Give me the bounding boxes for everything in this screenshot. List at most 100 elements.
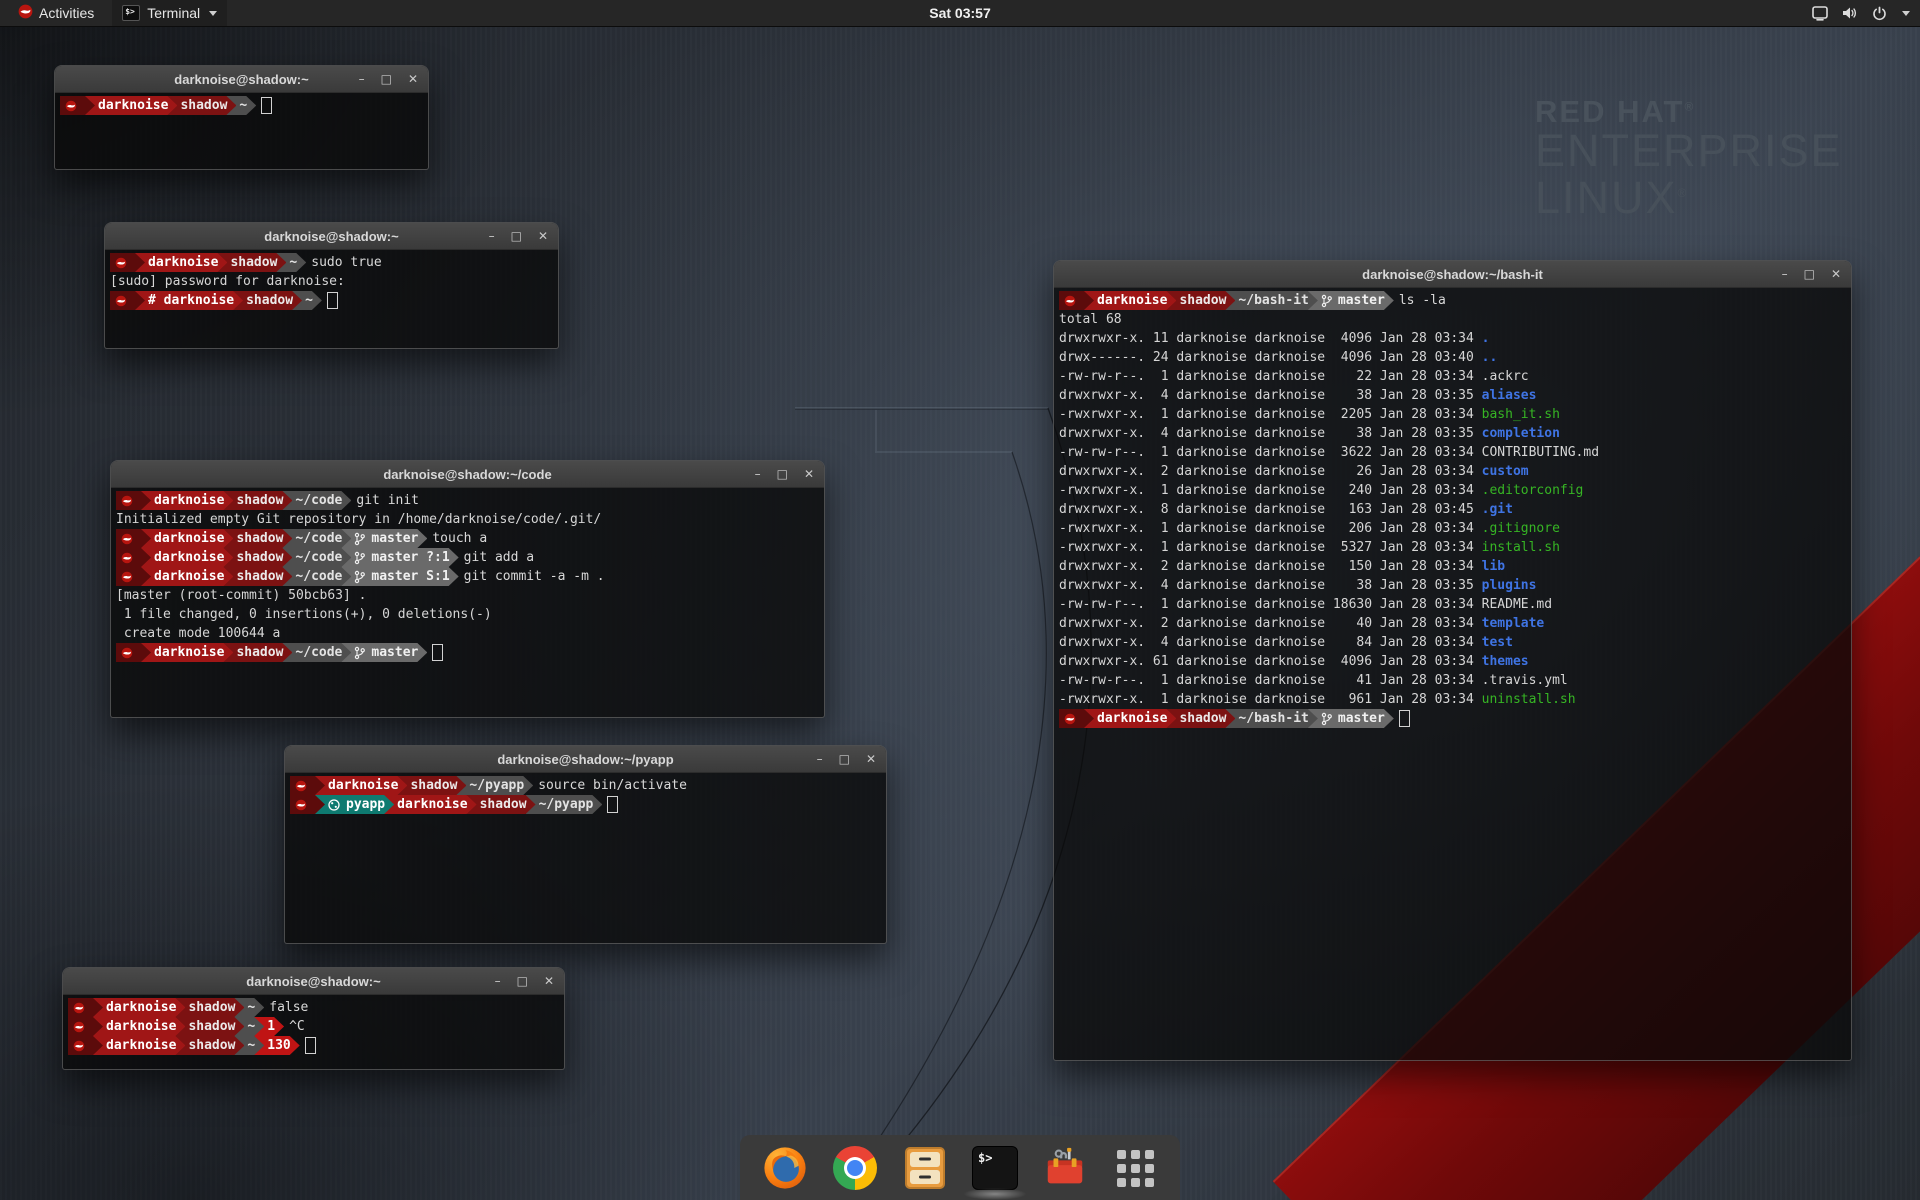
app-grid-icon[interactable]	[1112, 1145, 1158, 1191]
chrome-icon[interactable]	[832, 1145, 878, 1191]
prompt-line: darknoiseshadow~false	[68, 998, 564, 1017]
prompt-segment-user: darknoise	[141, 529, 233, 548]
terminal-window-sudo[interactable]: darknoise@shadow:~ –□✕ darknoiseshadow~s…	[104, 222, 559, 349]
minimize-button[interactable]: –	[755, 468, 761, 480]
window-titlebar[interactable]: darknoise@shadow:~/pyapp –□✕	[285, 746, 886, 773]
minimize-button[interactable]: –	[495, 975, 501, 987]
prompt-segment-cwd: ~/bash-it	[1225, 709, 1317, 728]
prompt-segment-cwd: ~/code	[282, 548, 351, 567]
firefox-icon[interactable]	[762, 1145, 808, 1191]
prompt-segment-host: shadow	[175, 1017, 244, 1036]
close-button[interactable]: ✕	[544, 975, 554, 987]
brand-line-linux: LINUX	[1535, 172, 1678, 223]
maximize-button[interactable]: □	[517, 975, 528, 987]
prompt-segment-host: shadow	[223, 567, 292, 586]
chevron-down-icon[interactable]	[1902, 11, 1910, 16]
volume-icon[interactable]	[1841, 6, 1859, 20]
prompt-line: darknoiseshadow~130	[68, 1036, 564, 1055]
terminal-body[interactable]: darknoiseshadow~/pyappsource bin/activat…	[285, 773, 886, 814]
window-titlebar[interactable]: darknoise@shadow:~ –□✕	[55, 66, 428, 93]
terminal-window-home-2[interactable]: darknoise@shadow:~ –□✕ darknoiseshadow~f…	[62, 967, 565, 1070]
close-button[interactable]: ✕	[866, 753, 876, 765]
file-name: lib	[1482, 559, 1505, 574]
minimize-button[interactable]: –	[1782, 268, 1788, 280]
prompt-line: darknoiseshadow~/codemaster S:1git commi…	[116, 567, 824, 586]
terminal-body[interactable]: darknoiseshadow~sudo true[sudo] password…	[105, 250, 558, 310]
output-line: Initialized empty Git repository in /hom…	[116, 510, 824, 529]
prompt-segment-user: darknoise	[141, 548, 233, 567]
output-line: create mode 100644 a	[116, 624, 824, 643]
window-title: darknoise@shadow:~/bash-it	[1362, 267, 1543, 282]
window-titlebar[interactable]: darknoise@shadow:~/bash-it – □ ✕	[1054, 261, 1851, 288]
chevron-down-icon	[209, 11, 217, 16]
clock[interactable]: Sat 03:57	[929, 5, 990, 21]
file-name: themes	[1482, 654, 1529, 669]
app-menu-terminal[interactable]: $> Terminal	[112, 0, 227, 26]
output-line: [master (root-commit) 50bcb63] .	[116, 586, 824, 605]
minimize-button[interactable]: –	[817, 753, 823, 765]
file-name: .git	[1482, 502, 1513, 517]
files-icon[interactable]	[902, 1145, 948, 1191]
close-button[interactable]: ✕	[538, 230, 548, 242]
terminal-cursor	[1399, 710, 1410, 727]
activities-label: Activities	[39, 5, 94, 21]
activities-button[interactable]: Activities	[8, 0, 104, 26]
display-icon[interactable]	[1812, 6, 1828, 21]
terminal-window-code[interactable]: darknoise@shadow:~/code –□✕ darknoisesha…	[110, 460, 825, 718]
registered-mark: ®	[1684, 100, 1695, 114]
redhat-icon	[1064, 295, 1076, 307]
redhat-icon	[121, 495, 133, 507]
file-name: CONTRIBUTING.md	[1482, 445, 1599, 460]
output-line: 1 file changed, 0 insertions(+), 0 delet…	[116, 605, 824, 624]
terminal-window-pyapp[interactable]: darknoise@shadow:~/pyapp –□✕ darknoisesh…	[284, 745, 887, 944]
toolbox-icon[interactable]	[1042, 1145, 1088, 1191]
prompt-line: darknoiseshadow~/codemastertouch a	[116, 529, 824, 548]
file-row: drwxrwxr-x. 2 darknoise darknoise 26 Jan…	[1059, 462, 1851, 481]
redhat-icon	[295, 799, 307, 811]
file-name: uninstall.sh	[1482, 692, 1576, 707]
redhat-icon	[73, 1002, 85, 1014]
command-text: sudo true	[311, 253, 381, 272]
terminal-window-bash-it[interactable]: darknoise@shadow:~/bash-it – □ ✕ darknoise…	[1053, 260, 1852, 1061]
top-bar: Activities $> Terminal Sat 03:57	[0, 0, 1920, 27]
terminal-icon[interactable]: $>	[972, 1145, 1018, 1191]
minimize-button[interactable]: –	[489, 230, 495, 242]
maximize-button[interactable]: □	[839, 753, 850, 765]
file-name: ..	[1482, 350, 1498, 365]
maximize-button[interactable]: □	[777, 468, 788, 480]
brand-line-redhat: RED HAT	[1535, 94, 1684, 129]
file-name: .ackrc	[1482, 369, 1529, 384]
file-row: -rwxrwxr-x. 1 darknoise darknoise 2205 J…	[1059, 405, 1851, 424]
window-titlebar[interactable]: darknoise@shadow:~ –□✕	[63, 968, 564, 995]
prompt-segment-user: # darknoise	[135, 291, 243, 310]
terminal-body[interactable]: darknoiseshadow~/bash-itmasterls -latota…	[1054, 288, 1851, 728]
power-icon[interactable]	[1872, 6, 1887, 21]
maximize-button[interactable]: □	[381, 73, 392, 85]
file-row: drwxrwxr-x. 4 darknoise darknoise 38 Jan…	[1059, 386, 1851, 405]
close-button[interactable]: ✕	[408, 73, 418, 85]
terminal-body[interactable]: darknoiseshadow~/codegit initInitialized…	[111, 488, 824, 662]
app-menu-label: Terminal	[147, 5, 200, 21]
window-titlebar[interactable]: darknoise@shadow:~/code –□✕	[111, 461, 824, 488]
file-row: -rwxrwxr-x. 1 darknoise darknoise 240 Ja…	[1059, 481, 1851, 500]
prompt-segment-host: shadow	[223, 643, 292, 662]
file-name: template	[1482, 616, 1545, 631]
maximize-button[interactable]: □	[511, 230, 522, 242]
redhat-icon	[115, 257, 127, 269]
command-text: git init	[356, 491, 419, 510]
command-text: source bin/activate	[538, 776, 687, 795]
branch-icon	[354, 532, 365, 546]
branch-icon	[354, 646, 365, 660]
prompt-segment-host: shadow	[217, 253, 286, 272]
terminal-window-home-1[interactable]: darknoise@shadow:~ –□✕ darknoiseshadow~	[54, 65, 429, 170]
terminal-body[interactable]: darknoiseshadow~falsedarknoiseshadow~1^C…	[63, 995, 564, 1055]
branch-icon	[354, 570, 365, 584]
maximize-button[interactable]: □	[1804, 268, 1815, 280]
file-name: completion	[1482, 426, 1560, 441]
terminal-body[interactable]: darknoiseshadow~	[55, 93, 428, 115]
close-button[interactable]: ✕	[804, 468, 814, 480]
file-row: drwxrwxr-x. 4 darknoise darknoise 38 Jan…	[1059, 424, 1851, 443]
window-titlebar[interactable]: darknoise@shadow:~ –□✕	[105, 223, 558, 250]
close-button[interactable]: ✕	[1831, 268, 1841, 280]
minimize-button[interactable]: –	[359, 73, 365, 85]
